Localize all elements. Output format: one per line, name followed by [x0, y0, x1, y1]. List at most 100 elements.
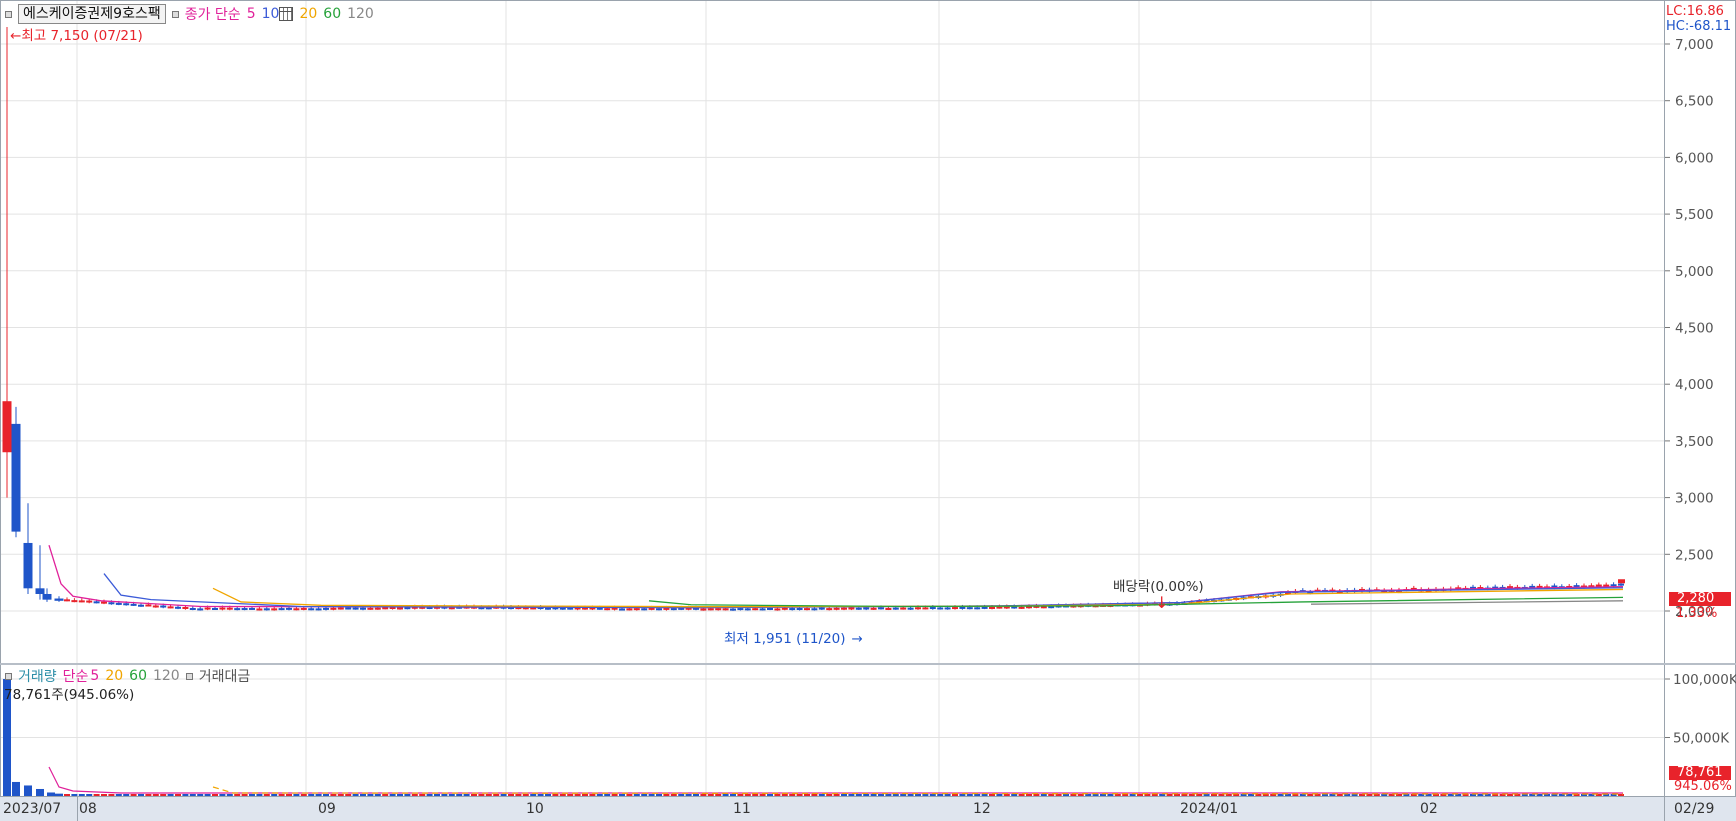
candle: [2, 401, 12, 453]
volume-tick-label: 50,000K: [1673, 731, 1730, 747]
candle: [219, 607, 226, 610]
ma-10-line: [103, 573, 1624, 609]
price-tick-label: 3,500: [1675, 434, 1714, 450]
candle: [1610, 584, 1617, 587]
volume-tick-label: 100,000K: [1673, 672, 1736, 688]
date-label-02: 02: [1420, 801, 1438, 817]
price-axis[interactable]: 7,000 6,500 6,000 5,500 5,000 4,500 4,000 3,500…: [1664, 1, 1735, 663]
hc-label: HC:-68.11: [1666, 19, 1732, 34]
vol-ma-120-label[interactable]: 120: [153, 668, 180, 684]
price-series-label[interactable]: 종가 단순: [185, 4, 241, 24]
candle: [204, 607, 211, 610]
stock-name-selector[interactable]: 에스케이증권제9호스팩: [18, 4, 166, 24]
candle: [256, 608, 263, 611]
candle: [64, 599, 70, 602]
price-chart[interactable]: [1, 1, 1664, 663]
candle: [900, 607, 907, 610]
high-annotation-text: 최고 7,150 (07/21): [21, 28, 143, 44]
high-annotation: ←최고 7,150 (07/21): [10, 24, 143, 44]
volume-bar: [12, 781, 20, 796]
candle: [54, 598, 64, 601]
candle: [360, 607, 366, 610]
date-divider: [77, 797, 78, 821]
candle: [308, 608, 315, 611]
candle: [374, 607, 381, 610]
ma-5-label[interactable]: 5: [247, 6, 256, 22]
date-label-2023-07: 2023/07: [3, 801, 62, 817]
ma-60-label[interactable]: 60: [323, 6, 341, 22]
candle: [78, 600, 85, 603]
candle: [1018, 606, 1025, 609]
volume-pane[interactable]: 거래량 단순 5 20 60 120 거래대금 78,761주(945.06%): [1, 665, 1664, 796]
candle: [707, 608, 714, 611]
date-axis[interactable]: 2023/07 08 09 10 11 12 2024/01 02 02/29: [0, 796, 1736, 821]
low-annotation: 최저 1,951 (11/20) →: [724, 627, 863, 647]
candle: [641, 608, 648, 611]
candle: [226, 607, 233, 610]
candle: [167, 606, 174, 609]
candle: [182, 607, 189, 610]
price-tick-label: 5,000: [1675, 264, 1714, 280]
candle: [293, 608, 300, 611]
candle: [545, 607, 551, 610]
candle: [744, 608, 751, 611]
candle: [730, 608, 736, 611]
candle: [130, 603, 137, 606]
candle: [115, 602, 122, 605]
candle: [937, 607, 944, 610]
price-legend: 에스케이증권제9호스팩 종가 단순 5 10 20 60 120: [5, 4, 374, 24]
candle: [892, 607, 899, 610]
candle: [781, 607, 788, 610]
candle: [337, 607, 344, 610]
candle: [35, 588, 45, 594]
legend-square-icon: [5, 10, 12, 18]
lc-label: LC:16.86: [1666, 4, 1724, 19]
ma-120-label[interactable]: 120: [347, 6, 374, 22]
vol-ma-60-label[interactable]: 60: [129, 668, 147, 684]
volume-chart[interactable]: [1, 665, 1664, 796]
candle: [123, 603, 130, 606]
candle: [663, 607, 670, 610]
candle: [345, 607, 352, 610]
price-tick-label: 7,000: [1675, 37, 1714, 53]
candle: [234, 608, 241, 611]
candle: [715, 608, 722, 611]
candle: [197, 608, 204, 611]
candle: [915, 607, 921, 610]
candle: [722, 608, 729, 611]
vol-ma-20-label[interactable]: 20: [105, 668, 123, 684]
low-annotation-text: 최저 1,951 (11/20): [724, 631, 846, 647]
price-tick-label: 3,000: [1675, 491, 1714, 507]
candle: [759, 608, 766, 611]
ma-10-label[interactable]: 10: [262, 6, 280, 22]
candle: [189, 607, 196, 610]
date-label-2024-01: 2024/01: [1180, 801, 1239, 817]
candle: [811, 608, 818, 611]
amount-label[interactable]: 거래대금: [199, 666, 251, 686]
arrow-right-icon: →: [851, 631, 863, 647]
candle: [352, 607, 359, 610]
candle: [966, 607, 973, 610]
candle: [841, 607, 847, 610]
candle: [263, 608, 270, 611]
candle: [86, 600, 93, 603]
candle: [160, 605, 167, 608]
price-tick-label: 5,500: [1675, 207, 1714, 223]
candle: [145, 604, 152, 607]
date-label-08: 08: [79, 801, 97, 817]
calendar-icon[interactable]: [279, 7, 294, 21]
candle: [767, 607, 773, 610]
candle: [774, 608, 781, 611]
candle: [737, 608, 744, 611]
price-tick-label: 6,500: [1675, 94, 1714, 110]
price-pane[interactable]: 에스케이증권제9호스팩 종가 단순 5 10 20 60 120 ←최고 7,1…: [1, 1, 1664, 663]
candle: [656, 608, 662, 611]
vol-ma-5-label[interactable]: 5: [90, 668, 99, 684]
candle: [989, 606, 995, 609]
candle: [752, 608, 759, 611]
volume-pct-label: 945.06%: [1674, 779, 1732, 794]
ma-20-label[interactable]: 20: [299, 6, 317, 22]
volume-bar: [24, 785, 32, 796]
candle: [670, 608, 677, 611]
candle: [11, 423, 21, 532]
